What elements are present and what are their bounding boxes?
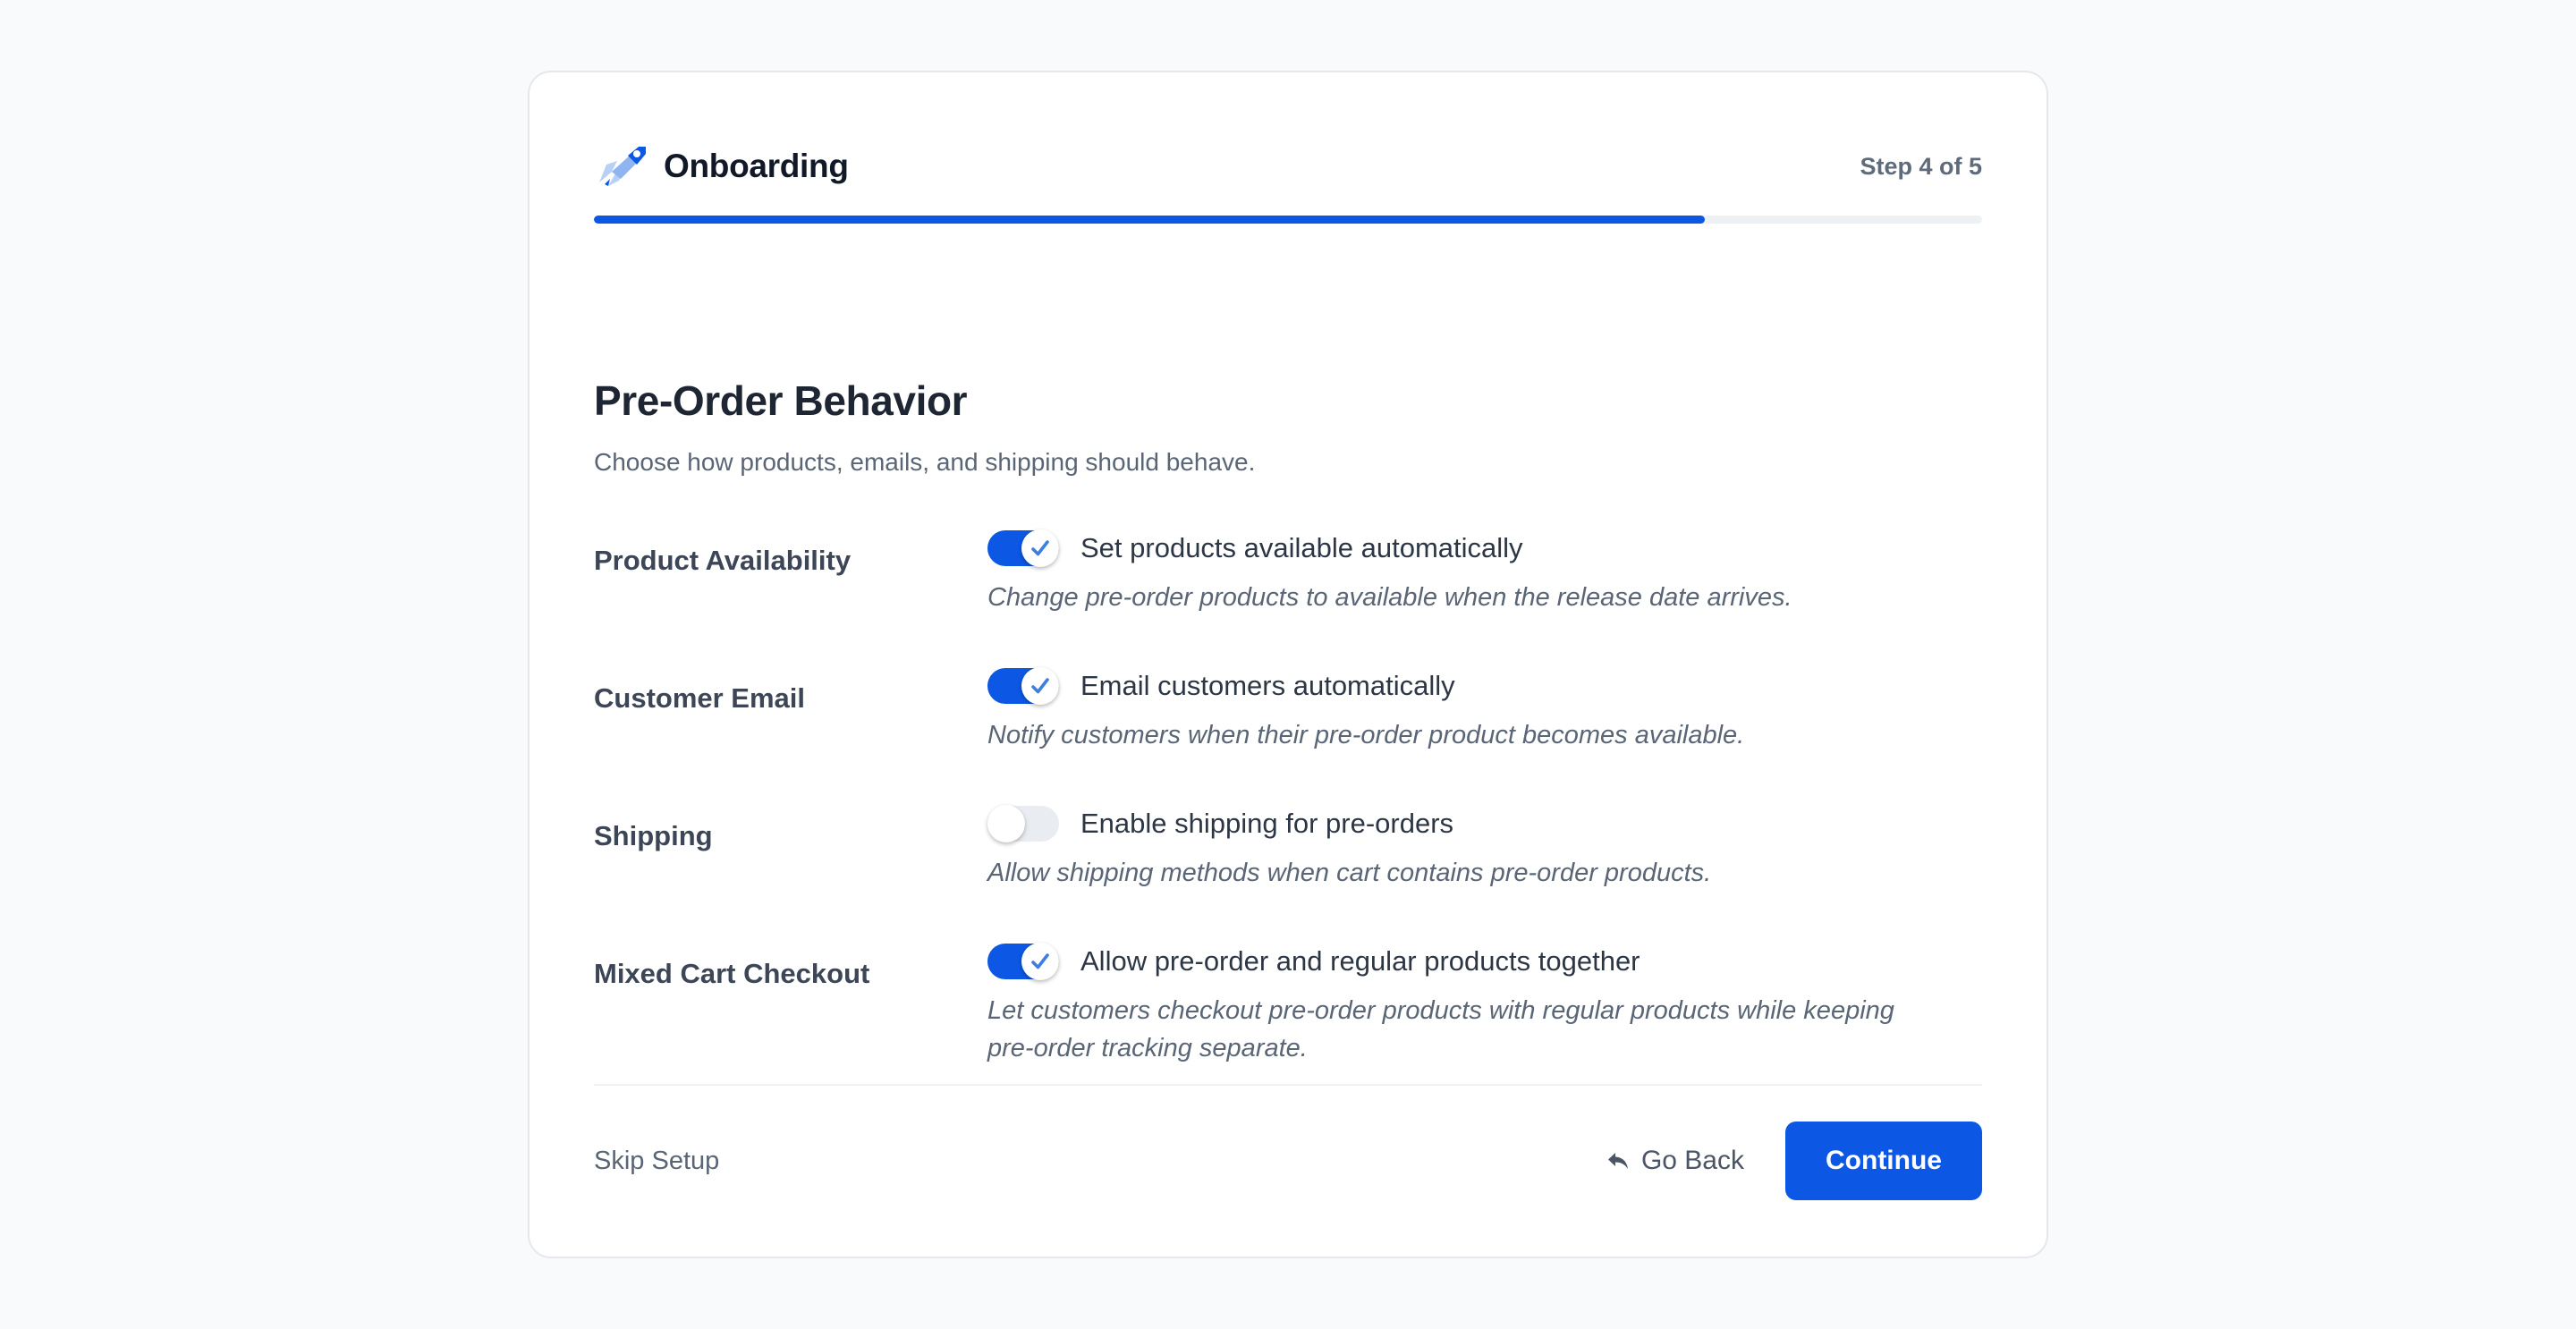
- section-title: Pre-Order Behavior: [594, 377, 968, 424]
- brand: Onboarding: [594, 143, 849, 190]
- check-icon: [1031, 678, 1049, 694]
- setting-control: Email customers automatically Notify cus…: [987, 666, 1982, 754]
- setting-description: Notify customers when their pre-order pr…: [987, 721, 1745, 749]
- setting-description: Change pre-order products to available w…: [987, 583, 1792, 612]
- setting-control: Enable shipping for pre-orders Allow shi…: [987, 804, 1982, 892]
- toggle-row: Email customers automatically: [987, 666, 1982, 706]
- customer-email-toggle[interactable]: [987, 667, 1059, 705]
- toggle-knob: [987, 805, 1025, 842]
- footer-divider: [594, 1084, 1982, 1086]
- continue-button[interactable]: Continue: [1785, 1122, 1982, 1200]
- toggle-label: Allow pre-order and regular products tog…: [1080, 945, 1640, 977]
- card-header: Onboarding Step 4 of 5: [594, 135, 1982, 198]
- check-icon: [1031, 540, 1049, 556]
- check-icon: [1031, 953, 1049, 969]
- setting-label: Shipping: [594, 820, 713, 851]
- step-indicator: Step 4 of 5: [1860, 152, 1982, 180]
- setting-control: Allow pre-order and regular products tog…: [987, 942, 1982, 1067]
- onboarding-card: Onboarding Step 4 of 5 Pre-Order Behavio…: [528, 71, 2048, 1258]
- setting-control: Set products available automatically Cha…: [987, 529, 1982, 616]
- section-subtitle: Choose how products, emails, and shippin…: [594, 448, 1256, 476]
- progress-bar-fill: [594, 216, 1705, 224]
- toggle-label: Enable shipping for pre-orders: [1080, 808, 1454, 839]
- product-availability-toggle[interactable]: [987, 529, 1059, 567]
- shipping-toggle[interactable]: [987, 805, 1059, 842]
- toggle-knob: [1021, 529, 1059, 567]
- toggle-label: Email customers automatically: [1080, 670, 1455, 701]
- reply-arrow-icon: [1607, 1153, 1628, 1169]
- go-back-button[interactable]: Go Back: [1606, 1146, 1744, 1176]
- skip-setup-link[interactable]: Skip Setup: [594, 1147, 719, 1176]
- rocket-icon: [599, 147, 646, 186]
- setting-description: Let customers checkout pre-order product…: [987, 996, 1894, 1062]
- toggle-label: Set products available automatically: [1080, 532, 1523, 563]
- app-title: Onboarding: [664, 148, 849, 184]
- setting-label: Mixed Cart Checkout: [594, 958, 870, 989]
- card-footer: Skip Setup Go Back Continue: [594, 1121, 1982, 1201]
- setting-label: Product Availability: [594, 545, 852, 576]
- progress-bar: [594, 216, 1982, 224]
- toggle-knob: [1021, 943, 1059, 980]
- toggle-knob: [1021, 667, 1059, 705]
- footer-actions: Go Back Continue: [1606, 1122, 1982, 1200]
- setting-label: Customer Email: [594, 682, 806, 714]
- toggle-row: Enable shipping for pre-orders: [987, 804, 1982, 843]
- go-back-label: Go Back: [1640, 1146, 1744, 1175]
- toggle-row: Allow pre-order and regular products tog…: [987, 942, 1982, 981]
- setting-description: Allow shipping methods when cart contain…: [987, 859, 1712, 887]
- toggle-row: Set products available automatically: [987, 529, 1982, 568]
- mixed-cart-checkout-toggle[interactable]: [987, 943, 1059, 980]
